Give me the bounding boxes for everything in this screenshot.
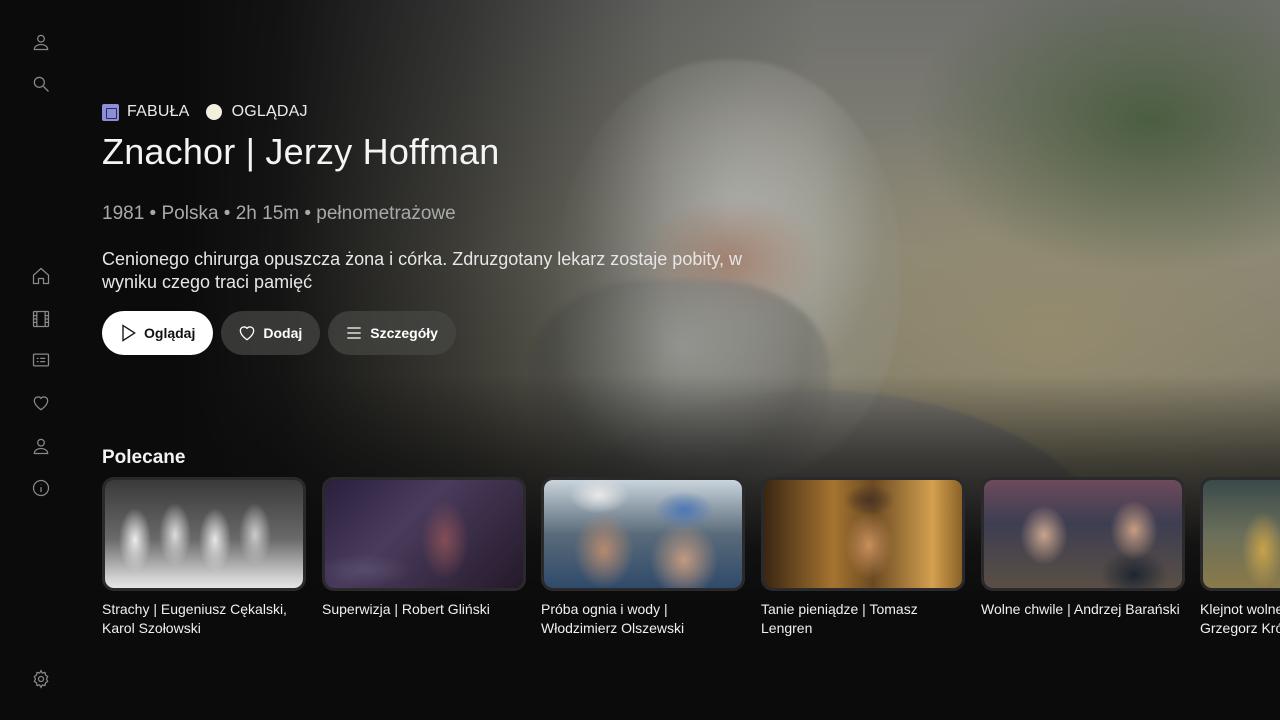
- sidebar-item-settings[interactable]: [29, 667, 53, 691]
- tag-status-label: OGLĄDAJ: [231, 103, 308, 120]
- movie-meta: 1981 • Polska • 2h 15m • pełnometrażowe: [102, 203, 456, 224]
- details-button-label: Szczegóły: [370, 325, 438, 341]
- list-item[interactable]: Wolne chwile | Andrzej Barański: [981, 477, 1185, 619]
- list-item[interactable]: Superwizja | Robert Gliński: [322, 477, 526, 619]
- watch-button[interactable]: Oglądaj: [102, 311, 214, 355]
- thumbnail: [1200, 477, 1280, 591]
- card-title: Superwizja | Robert Gliński: [322, 601, 490, 617]
- gear-icon: [33, 669, 49, 689]
- list-item[interactable]: Strachy | Eugeniusz Cękalski, Karol Szoł…: [102, 477, 306, 638]
- sidebar-item-search[interactable]: [29, 72, 53, 96]
- home-icon: [32, 267, 50, 285]
- recommended-list: Strachy | Eugeniusz Cękalski, Karol Szoł…: [102, 477, 1280, 647]
- card-title: Wolne chwile | Andrzej Barański: [981, 601, 1180, 617]
- thumbnail: [761, 477, 965, 591]
- thumbnail: [322, 477, 526, 591]
- card-title: Strachy | Eugeniusz Cękalski, Karol Szoł…: [102, 601, 287, 636]
- movie-description: Cenionego chirurga opuszcza żona i córka…: [102, 249, 743, 292]
- thumbnail: [981, 477, 1185, 591]
- user-icon: [33, 34, 49, 51]
- sidebar-item-info[interactable]: [29, 476, 53, 500]
- watch-button-label: Oglądaj: [144, 325, 196, 341]
- info-icon: [32, 479, 50, 497]
- card-title: Tanie pieniądze | Tomasz Lengren: [761, 601, 918, 636]
- square-icon: [102, 103, 119, 121]
- details-button[interactable]: Szczegóły: [328, 311, 456, 355]
- thumbnail: [541, 477, 745, 591]
- list-item[interactable]: Próba ognia i wody | Włodzimierz Olszews…: [541, 477, 745, 638]
- heart-icon: [33, 396, 49, 411]
- tag-status: OGLĄDAJ: [205, 103, 308, 121]
- heart-icon: [240, 326, 255, 341]
- sidebar-item-account[interactable]: [29, 434, 53, 458]
- dot-icon: [205, 104, 222, 120]
- ticket-icon: [32, 353, 50, 367]
- sidebar-item-profile[interactable]: [29, 30, 53, 54]
- sidebar-item-films[interactable]: [29, 307, 53, 331]
- card-title: Klejnot wolnego sumienia | Grzegorz Król…: [1200, 601, 1280, 636]
- menu-icon: [347, 327, 361, 339]
- hero-tags: FABUŁA OGLĄDAJ: [102, 100, 802, 124]
- sidebar-item-home[interactable]: [29, 264, 53, 288]
- sidebar: [0, 0, 82, 720]
- list-item[interactable]: Klejnot wolnego sumienia | Grzegorz Król…: [1200, 477, 1280, 638]
- add-button-label: Dodaj: [263, 325, 303, 341]
- thumbnail: [102, 477, 306, 591]
- recommended-title: Polecane: [102, 447, 186, 468]
- sidebar-item-collections[interactable]: [29, 348, 53, 372]
- hero-info: FABUŁA OGLĄDAJ Znachor | Jerzy Hoffman 1…: [102, 100, 802, 294]
- search-icon: [33, 76, 49, 92]
- list-item[interactable]: Tanie pieniądze | Tomasz Lengren: [761, 477, 965, 638]
- play-icon: [122, 324, 136, 342]
- tag-genre-label: FABUŁA: [127, 103, 190, 120]
- user-icon: [33, 438, 49, 455]
- sidebar-item-favorites[interactable]: [29, 391, 53, 415]
- card-title: Próba ognia i wody | Włodzimierz Olszews…: [541, 601, 685, 636]
- film-icon: [32, 310, 50, 328]
- page-title: Znachor | Jerzy Hoffman: [102, 131, 500, 172]
- hero-actions: Oglądaj Dodaj Szczegóły: [102, 311, 464, 355]
- tag-genre: FABUŁA: [102, 103, 190, 121]
- add-button[interactable]: Dodaj: [221, 311, 321, 355]
